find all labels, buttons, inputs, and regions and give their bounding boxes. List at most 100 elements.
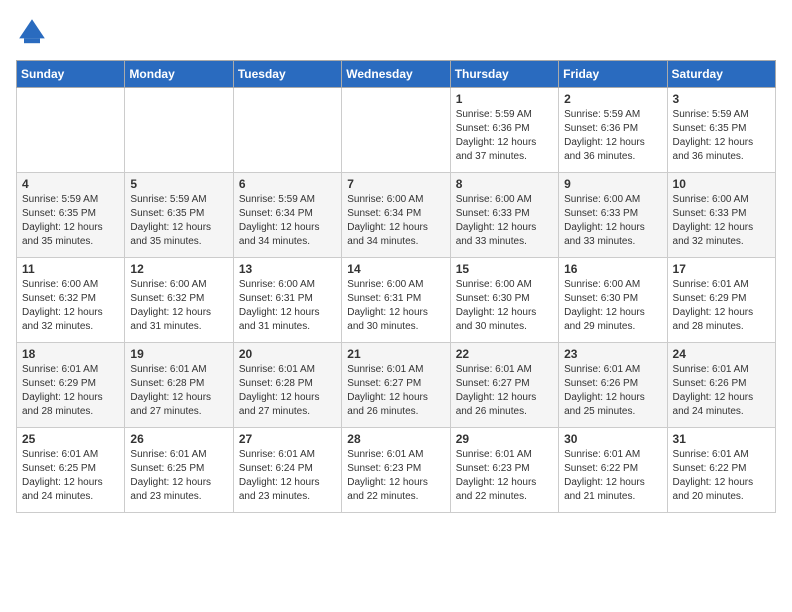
day-number: 17 <box>673 262 770 276</box>
day-info: Sunrise: 6:01 AM Sunset: 6:27 PM Dayligh… <box>347 363 444 419</box>
day-number: 3 <box>673 92 770 106</box>
day-info: Sunrise: 6:00 AM Sunset: 6:32 PM Dayligh… <box>22 278 119 334</box>
calendar-cell <box>233 88 341 173</box>
day-info: Sunrise: 6:01 AM Sunset: 6:29 PM Dayligh… <box>673 278 770 334</box>
calendar-cell <box>342 88 450 173</box>
day-number: 14 <box>347 262 444 276</box>
calendar-week-2: 4 Sunrise: 5:59 AM Sunset: 6:35 PM Daylig… <box>17 173 776 258</box>
day-number: 11 <box>22 262 119 276</box>
page-header <box>16 16 776 48</box>
day-info: Sunrise: 6:00 AM Sunset: 6:32 PM Dayligh… <box>130 278 227 334</box>
calendar-cell: 1Sunrise: 5:59 AM Sunset: 6:36 PM Daylig… <box>450 88 558 173</box>
calendar-cell: 30 Sunrise: 6:01 AM Sunset: 6:22 PM Dayli… <box>559 428 667 513</box>
calendar-cell: 9 Sunrise: 6:00 AM Sunset: 6:33 PM Daylig… <box>559 173 667 258</box>
day-number: 21 <box>347 347 444 361</box>
calendar-cell: 6 Sunrise: 5:59 AM Sunset: 6:34 PM Daylig… <box>233 173 341 258</box>
day-header-sunday: Sunday <box>17 61 125 88</box>
calendar-cell: 3 Sunrise: 5:59 AM Sunset: 6:35 PM Daylig… <box>667 88 775 173</box>
day-info: Sunrise: 6:00 AM Sunset: 6:33 PM Dayligh… <box>456 193 553 249</box>
day-number: 12 <box>130 262 227 276</box>
day-info: Sunrise: 6:01 AM Sunset: 6:23 PM Dayligh… <box>347 448 444 504</box>
calendar-cell: 8Sunrise: 6:00 AM Sunset: 6:33 PM Daylig… <box>450 173 558 258</box>
day-number: 29 <box>456 432 553 446</box>
calendar-cell: 13 Sunrise: 6:00 AM Sunset: 6:31 PM Dayli… <box>233 258 341 343</box>
day-info: Sunrise: 6:00 AM Sunset: 6:34 PM Dayligh… <box>347 193 444 249</box>
day-number: 19 <box>130 347 227 361</box>
day-info: Sunrise: 5:59 AM Sunset: 6:35 PM Dayligh… <box>130 193 227 249</box>
calendar-cell: 5 Sunrise: 5:59 AM Sunset: 6:35 PM Daylig… <box>125 173 233 258</box>
calendar-cell: 21 Sunrise: 6:01 AM Sunset: 6:27 PM Dayli… <box>342 343 450 428</box>
day-info: Sunrise: 6:01 AM Sunset: 6:25 PM Dayligh… <box>130 448 227 504</box>
day-header-monday: Monday <box>125 61 233 88</box>
day-number: 7 <box>347 177 444 191</box>
calendar-cell: 14 Sunrise: 6:00 AM Sunset: 6:31 PM Dayli… <box>342 258 450 343</box>
day-info: Sunrise: 6:01 AM Sunset: 6:22 PM Dayligh… <box>564 448 661 504</box>
day-number: 30 <box>564 432 661 446</box>
calendar-cell: 23 Sunrise: 6:01 AM Sunset: 6:26 PM Dayli… <box>559 343 667 428</box>
calendar-cell: 12 Sunrise: 6:00 AM Sunset: 6:32 PM Dayli… <box>125 258 233 343</box>
logo-icon <box>16 16 48 48</box>
day-number: 6 <box>239 177 336 191</box>
day-number: 4 <box>22 177 119 191</box>
day-number: 5 <box>130 177 227 191</box>
day-info: Sunrise: 5:59 AM Sunset: 6:34 PM Dayligh… <box>239 193 336 249</box>
calendar-week-5: 25 Sunrise: 6:01 AM Sunset: 6:25 PM Dayli… <box>17 428 776 513</box>
day-number: 13 <box>239 262 336 276</box>
day-info: Sunrise: 6:01 AM Sunset: 6:26 PM Dayligh… <box>673 363 770 419</box>
calendar-cell: 26 Sunrise: 6:01 AM Sunset: 6:25 PM Dayli… <box>125 428 233 513</box>
calendar-cell: 25 Sunrise: 6:01 AM Sunset: 6:25 PM Dayli… <box>17 428 125 513</box>
day-number: 23 <box>564 347 661 361</box>
day-number: 2 <box>564 92 661 106</box>
calendar-cell: 17 Sunrise: 6:01 AM Sunset: 6:29 PM Dayli… <box>667 258 775 343</box>
logo <box>16 16 52 48</box>
calendar-week-4: 18 Sunrise: 6:01 AM Sunset: 6:29 PM Dayli… <box>17 343 776 428</box>
day-info: Sunrise: 6:01 AM Sunset: 6:29 PM Dayligh… <box>22 363 119 419</box>
calendar-week-3: 11 Sunrise: 6:00 AM Sunset: 6:32 PM Dayli… <box>17 258 776 343</box>
calendar-header-row: SundayMondayTuesdayWednesdayThursdayFrid… <box>17 61 776 88</box>
day-info: Sunrise: 6:01 AM Sunset: 6:27 PM Dayligh… <box>456 363 553 419</box>
day-number: 27 <box>239 432 336 446</box>
day-number: 9 <box>564 177 661 191</box>
day-info: Sunrise: 6:01 AM Sunset: 6:28 PM Dayligh… <box>239 363 336 419</box>
day-info: Sunrise: 6:01 AM Sunset: 6:26 PM Dayligh… <box>564 363 661 419</box>
day-number: 24 <box>673 347 770 361</box>
calendar-cell: 2 Sunrise: 5:59 AM Sunset: 6:36 PM Daylig… <box>559 88 667 173</box>
calendar-cell: 29Sunrise: 6:01 AM Sunset: 6:23 PM Dayli… <box>450 428 558 513</box>
calendar-cell: 15 Sunrise: 6:00 AM Sunset: 6:30 PM Dayli… <box>450 258 558 343</box>
day-info: Sunrise: 5:59 AM Sunset: 6:36 PM Dayligh… <box>456 108 553 164</box>
calendar-cell: 18 Sunrise: 6:01 AM Sunset: 6:29 PM Dayli… <box>17 343 125 428</box>
day-info: Sunrise: 6:00 AM Sunset: 6:31 PM Dayligh… <box>347 278 444 334</box>
calendar-cell: 20 Sunrise: 6:01 AM Sunset: 6:28 PM Dayli… <box>233 343 341 428</box>
day-number: 22 <box>456 347 553 361</box>
day-number: 18 <box>22 347 119 361</box>
day-header-tuesday: Tuesday <box>233 61 341 88</box>
day-info: Sunrise: 6:00 AM Sunset: 6:30 PM Dayligh… <box>564 278 661 334</box>
day-header-wednesday: Wednesday <box>342 61 450 88</box>
calendar-cell <box>125 88 233 173</box>
calendar-cell: 7 Sunrise: 6:00 AM Sunset: 6:34 PM Daylig… <box>342 173 450 258</box>
day-number: 10 <box>673 177 770 191</box>
calendar-cell: 22 Sunrise: 6:01 AM Sunset: 6:27 PM Dayli… <box>450 343 558 428</box>
day-info: Sunrise: 6:01 AM Sunset: 6:28 PM Dayligh… <box>130 363 227 419</box>
day-info: Sunrise: 5:59 AM Sunset: 6:35 PM Dayligh… <box>673 108 770 164</box>
calendar-week-1: 1Sunrise: 5:59 AM Sunset: 6:36 PM Daylig… <box>17 88 776 173</box>
day-number: 25 <box>22 432 119 446</box>
day-number: 26 <box>130 432 227 446</box>
calendar-cell <box>17 88 125 173</box>
day-info: Sunrise: 6:00 AM Sunset: 6:30 PM Dayligh… <box>456 278 553 334</box>
day-info: Sunrise: 6:00 AM Sunset: 6:33 PM Dayligh… <box>564 193 661 249</box>
day-number: 20 <box>239 347 336 361</box>
calendar-cell: 28 Sunrise: 6:01 AM Sunset: 6:23 PM Dayli… <box>342 428 450 513</box>
day-number: 28 <box>347 432 444 446</box>
day-header-thursday: Thursday <box>450 61 558 88</box>
calendar-cell: 27 Sunrise: 6:01 AM Sunset: 6:24 PM Dayli… <box>233 428 341 513</box>
day-info: Sunrise: 6:00 AM Sunset: 6:31 PM Dayligh… <box>239 278 336 334</box>
day-info: Sunrise: 5:59 AM Sunset: 6:36 PM Dayligh… <box>564 108 661 164</box>
day-info: Sunrise: 6:01 AM Sunset: 6:24 PM Dayligh… <box>239 448 336 504</box>
day-number: 16 <box>564 262 661 276</box>
day-header-friday: Friday <box>559 61 667 88</box>
day-info: Sunrise: 6:01 AM Sunset: 6:25 PM Dayligh… <box>22 448 119 504</box>
calendar-cell: 24 Sunrise: 6:01 AM Sunset: 6:26 PM Dayli… <box>667 343 775 428</box>
day-info: Sunrise: 5:59 AM Sunset: 6:35 PM Dayligh… <box>22 193 119 249</box>
day-number: 15 <box>456 262 553 276</box>
